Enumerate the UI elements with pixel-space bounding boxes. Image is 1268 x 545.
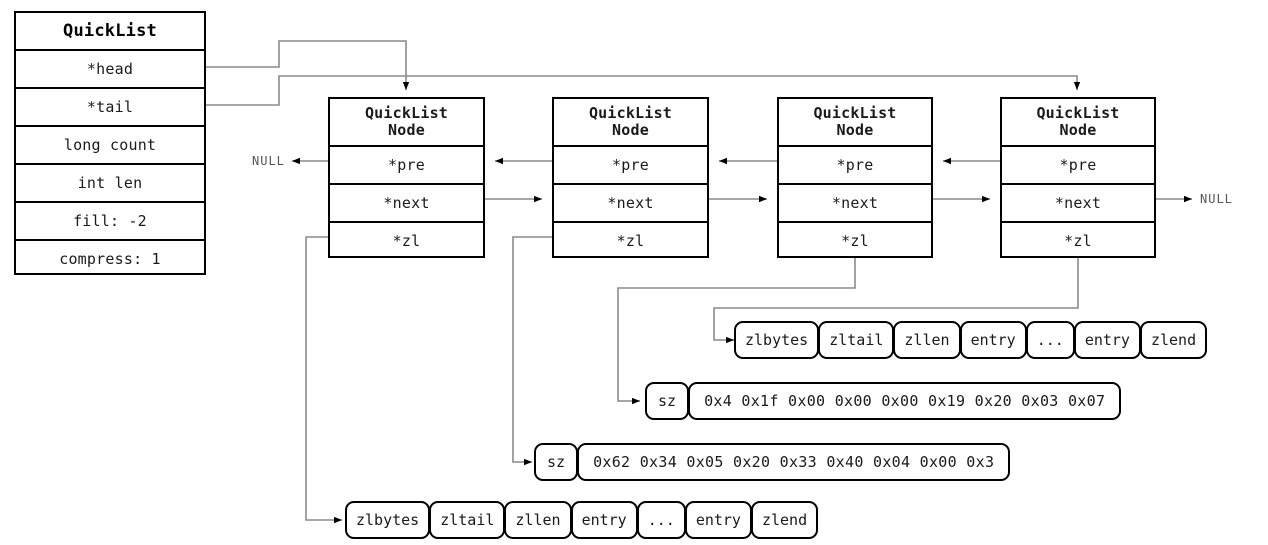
ziplist-upper-cell-ellipsis: ... — [1025, 321, 1075, 359]
node-3-field-pre: *pre — [779, 145, 931, 183]
node-1-field-next: *next — [330, 183, 483, 221]
byte-buffer-lower-bytes: 0x62 0x34 0x05 0x20 0x33 0x40 0x04 0x00 … — [577, 443, 1011, 481]
quicklist-field-tail: *tail — [16, 87, 204, 125]
node-3-title-line2: Node — [836, 121, 874, 139]
node-3-title: QuickList Node — [779, 99, 931, 145]
node-1-title-line2: Node — [388, 121, 425, 139]
node-4-title: QuickList Node — [1002, 99, 1154, 145]
node-2-field-zl: *zl — [554, 221, 707, 259]
byte-buffer-lower-size: sz — [534, 443, 579, 481]
ziplist-lower-cell-zlbytes: zlbytes — [345, 501, 431, 539]
node-3-field-next: *next — [779, 183, 931, 221]
ziplist-lower-cell-zltail: zltail — [429, 501, 506, 539]
node-1-title: QuickList Node — [330, 99, 483, 145]
ziplist-lower: zlbytes zltail zllen entry ... entry zle… — [345, 501, 819, 539]
byte-buffer-upper: sz 0x4 0x1f 0x00 0x00 0x00 0x19 0x20 0x0… — [645, 382, 1122, 420]
node-1-field-pre: *pre — [330, 145, 483, 183]
node-4-title-line2: Node — [1059, 121, 1097, 139]
ziplist-lower-cell-zlend: zlend — [750, 501, 819, 539]
ziplist-lower-cell-entry-2: entry — [684, 501, 752, 539]
diagram-canvas: QuickList *head *tail long count int len… — [0, 0, 1268, 545]
quicklist-field-compress: compress: 1 — [16, 239, 204, 277]
quicklist-node-2: QuickList Node *pre *next *zl — [552, 97, 709, 258]
quicklist-title: QuickList — [63, 21, 157, 41]
ziplist-upper: zlbytes zltail zllen entry ... entry zle… — [734, 321, 1208, 359]
quicklist-field-len: int len — [16, 163, 204, 201]
quicklist-field-head: *head — [16, 49, 204, 87]
node-4-field-pre: *pre — [1002, 145, 1154, 183]
quicklist-node-3: QuickList Node *pre *next *zl — [777, 97, 933, 258]
ziplist-lower-cell-zllen: zllen — [504, 501, 572, 539]
ziplist-lower-cell-entry-1: entry — [570, 501, 638, 539]
node-2-title-line1: QuickList — [588, 103, 673, 122]
node-2-title: QuickList Node — [554, 99, 707, 145]
wire-node2-zl-buffer-lower — [512, 236, 552, 466]
node-4-title-line1: QuickList — [1036, 103, 1120, 122]
ziplist-lower-cell-ellipsis: ... — [636, 501, 686, 539]
node-3-field-zl: *zl — [779, 221, 931, 259]
node-4-field-next: *next — [1002, 183, 1154, 221]
ziplist-upper-cell-zllen: zllen — [893, 321, 961, 359]
quicklist-field-fill: fill: -2 — [16, 201, 204, 239]
wire-node1-zl-ziplist-lower — [305, 236, 342, 524]
node-2-title-line2: Node — [612, 121, 649, 139]
ziplist-upper-cell-zltail: zltail — [818, 321, 895, 359]
quicklist-node-4: QuickList Node *pre *next *zl — [1000, 97, 1156, 258]
null-label-right: NULL — [1200, 192, 1233, 206]
quicklist-node-1: QuickList Node *pre *next *zl — [328, 97, 485, 258]
wire-head-to-node1 — [206, 40, 410, 90]
ziplist-upper-cell-entry-2: entry — [1073, 321, 1141, 359]
ziplist-upper-cell-entry-1: entry — [959, 321, 1027, 359]
byte-buffer-upper-bytes: 0x4 0x1f 0x00 0x00 0x00 0x19 0x20 0x03 0… — [688, 382, 1122, 420]
node-4-field-zl: *zl — [1002, 221, 1154, 259]
quicklist-struct: QuickList *head *tail long count int len… — [14, 11, 206, 275]
byte-buffer-upper-size: sz — [645, 382, 690, 420]
node-1-title-line1: QuickList — [364, 103, 449, 122]
node-3-title-line1: QuickList — [813, 103, 897, 122]
node-1-field-zl: *zl — [330, 221, 483, 259]
null-label-left: NULL — [252, 154, 285, 168]
node-2-field-pre: *pre — [554, 145, 707, 183]
ziplist-upper-cell-zlbytes: zlbytes — [734, 321, 820, 359]
quicklist-field-count: long count — [16, 125, 204, 163]
ziplist-upper-cell-zlend: zlend — [1139, 321, 1208, 359]
node-2-field-next: *next — [554, 183, 707, 221]
byte-buffer-lower: sz 0x62 0x34 0x05 0x20 0x33 0x40 0x04 0x… — [534, 443, 1011, 481]
